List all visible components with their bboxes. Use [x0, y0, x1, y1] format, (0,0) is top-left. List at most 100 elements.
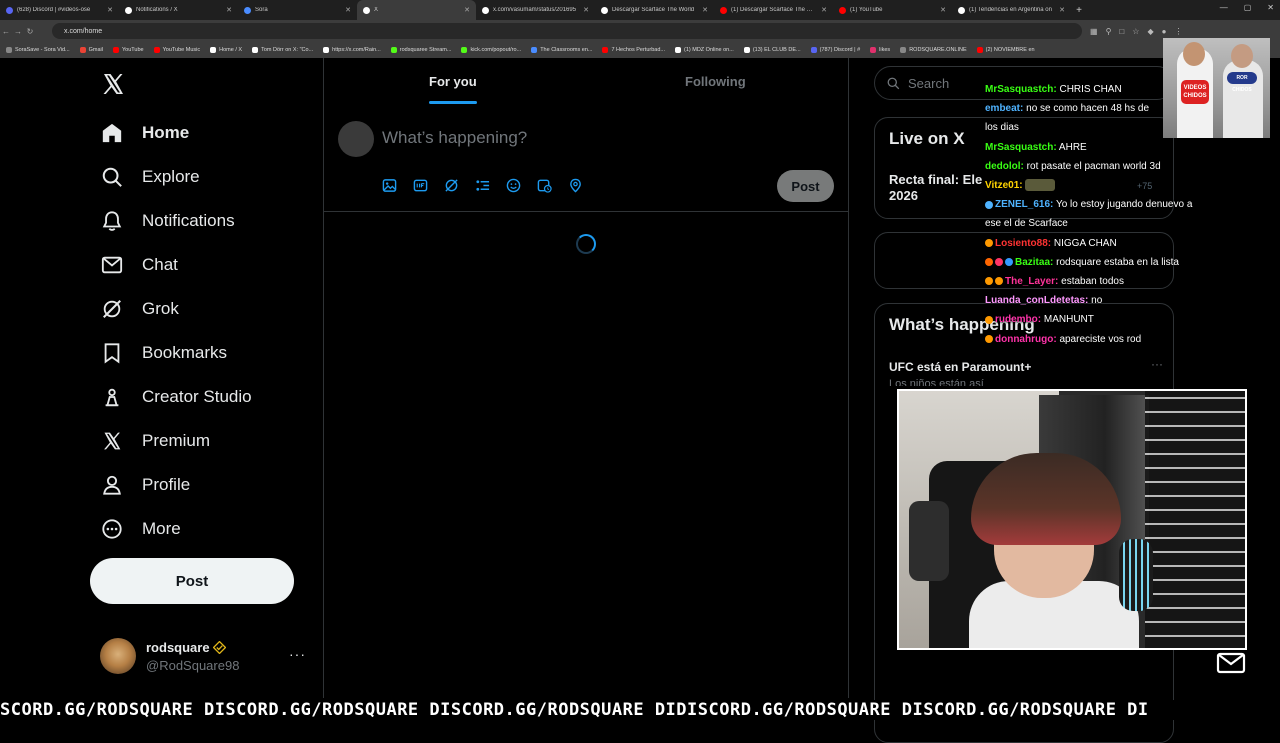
bookmark-label: (787) Discord | # — [819, 47, 861, 53]
star-icon[interactable]: ☆ — [1132, 27, 1139, 36]
zoom-icon[interactable]: ⚲ — [1106, 27, 1112, 36]
bookmark-item[interactable]: Gmail — [79, 47, 103, 53]
x-logo-icon[interactable] — [101, 72, 125, 96]
close-tab-icon[interactable]: ✕ — [345, 6, 351, 14]
more-icon[interactable]: ··· — [289, 646, 306, 662]
close-tab-icon[interactable]: ✕ — [821, 6, 827, 14]
compose-input[interactable]: What’s happening? — [382, 128, 527, 148]
browser-tab[interactable]: Notifications / X ✕ — [119, 0, 238, 20]
bookmark-label: SoraSave - Sora Vid... — [15, 47, 70, 53]
nav-item-chat[interactable]: Chat — [100, 250, 178, 280]
image-icon[interactable] — [382, 178, 397, 193]
bookmark-item[interactable]: YouTube Music — [153, 47, 200, 53]
close-tab-icon[interactable]: ✕ — [464, 6, 470, 14]
close-tab-icon[interactable]: ✕ — [1059, 6, 1065, 14]
person-head — [1231, 44, 1253, 68]
favicon-icon — [125, 6, 132, 14]
gif-icon[interactable] — [413, 178, 428, 193]
chat-username: Bazitaa: — [1015, 256, 1054, 268]
nav-item-more[interactable]: More — [100, 514, 181, 544]
bookmark-favicon-icon — [602, 47, 609, 53]
minimize-button[interactable]: — — [1220, 3, 1228, 12]
close-window-button[interactable]: ✕ — [1267, 3, 1274, 12]
close-tab-icon[interactable]: ✕ — [940, 6, 946, 14]
trend-item[interactable]: UFC está en Paramount+ — [889, 360, 1031, 374]
schedule-icon[interactable] — [537, 178, 552, 193]
bookmark-item[interactable]: likes — [870, 47, 890, 53]
browser-tab[interactable]: X ✕ — [357, 0, 476, 20]
home-icon — [100, 121, 124, 145]
nav-item-bookmarks[interactable]: Bookmarks — [100, 338, 227, 368]
bookmark-item[interactable]: rodsquaree Stream... — [390, 47, 451, 53]
bookmark-item[interactable]: https://x.com/Rain... — [323, 47, 381, 53]
promo-badge: ROR CHIDOS — [1227, 72, 1257, 93]
bookmark-item[interactable]: kick.com/popout/ro... — [461, 47, 521, 53]
nav-item-creator-studio[interactable]: Creator Studio — [100, 382, 252, 412]
nav-item-profile[interactable]: Profile — [100, 470, 190, 500]
bookmark-item[interactable]: Home / X — [210, 47, 242, 53]
bookmark-favicon-icon — [252, 47, 259, 53]
nav-item-grok[interactable]: Grok — [100, 294, 179, 324]
account-switcher[interactable]: rodsquare @RodSquare98 ··· — [100, 638, 310, 678]
nav-item-notifications[interactable]: Notifications — [100, 206, 235, 236]
menu-icon[interactable]: ⋮ — [1174, 27, 1182, 36]
translate-icon[interactable]: ▦ — [1090, 27, 1098, 36]
maximize-button[interactable]: ▢ — [1244, 3, 1252, 12]
chat-username: dedolol: — [985, 160, 1024, 172]
close-tab-icon[interactable]: ✕ — [702, 6, 708, 14]
emoji-icon[interactable] — [506, 178, 521, 193]
nav-item-premium[interactable]: Premium — [100, 426, 210, 456]
chat-text: CHRIS CHAN — [1059, 84, 1122, 95]
nav-item-home[interactable]: Home — [100, 118, 189, 148]
url-input[interactable]: x.com/home — [52, 23, 1082, 39]
bookmark-item[interactable]: SoraSave - Sora Vid... — [6, 47, 70, 53]
grok-icon[interactable] — [444, 178, 459, 193]
browser-tab[interactable]: Descargar Scarface The World ✕ — [595, 0, 714, 20]
bookmark-label: (1) MDZ Online on... — [683, 47, 734, 53]
post-button[interactable]: Post — [90, 558, 294, 604]
profile-icon[interactable]: ● — [1162, 27, 1167, 36]
bookmark-item[interactable]: (13) EL CLUB DE... — [743, 47, 801, 53]
bookmark-item[interactable]: Tom Dörr on X: "Co... — [252, 47, 313, 53]
creator-studio-icon — [100, 385, 124, 409]
reload-icon[interactable]: ↻ — [24, 27, 36, 36]
compose-post-button[interactable]: Post — [777, 170, 834, 202]
promo-image: VIDEOS CHIDOS ROR CHIDOS — [1163, 38, 1270, 138]
bookmark-label: (13) EL CLUB DE... — [752, 47, 801, 53]
chat-message: Vitze01: — [985, 176, 1225, 195]
bookmark-item[interactable]: 7 Hechos Perturbad... — [602, 47, 665, 53]
browser-tab[interactable]: (1) YouTube ✕ — [833, 0, 952, 20]
share-icon[interactable]: □ — [1119, 27, 1124, 36]
chat-message: Bazitaa: rodsquare estaba en la lista — [985, 253, 1225, 272]
new-tab-button[interactable]: + — [1071, 5, 1087, 16]
chat-badge-icon — [995, 258, 1003, 267]
tab-following[interactable]: Following — [685, 74, 746, 89]
bookmarks-bar: SoraSave - Sora Vid... Gmail YouTube YouTub… — [0, 42, 1280, 58]
browser-tab[interactable]: (628) Discord | #videos-ose ✕ — [0, 0, 119, 20]
browser-tab[interactable]: (1) Descargar Scarface The Wor ✕ — [714, 0, 833, 20]
poll-icon[interactable] — [475, 178, 490, 193]
more-icon[interactable]: ··· — [1151, 357, 1163, 371]
bookmark-item[interactable]: RODSQUARE.ONLINE — [900, 47, 967, 53]
chat-message: Luanda_conLdetetas: no — [985, 291, 1225, 310]
browser-tab[interactable]: x.com/vasumam/status/201695 ✕ — [476, 0, 595, 20]
live-event[interactable]: Recta final: Ele 2026 — [889, 172, 989, 204]
tab-for-you[interactable]: For you — [429, 74, 477, 89]
browser-tab[interactable]: Sora ✕ — [238, 0, 357, 20]
bookmark-item[interactable]: (787) Discord | # — [810, 47, 861, 53]
close-tab-icon[interactable]: ✕ — [226, 6, 232, 14]
bookmark-item[interactable]: YouTube — [113, 47, 144, 53]
bookmark-item[interactable]: The Classrooms en... — [531, 47, 592, 53]
close-tab-icon[interactable]: ✕ — [583, 6, 589, 14]
bookmark-item[interactable]: (2) NOVIEMBRE en — [976, 47, 1035, 53]
envelope-icon[interactable] — [1216, 650, 1246, 676]
nav-item-explore[interactable]: Explore — [100, 162, 200, 192]
compose-toolbar — [382, 178, 583, 193]
location-icon[interactable] — [568, 178, 583, 193]
bookmark-item[interactable]: (1) MDZ Online on... — [674, 47, 734, 53]
close-tab-icon[interactable]: ✕ — [107, 6, 113, 14]
extensions-icon[interactable]: ◆ — [1147, 27, 1153, 36]
forward-icon[interactable]: → — [12, 27, 24, 36]
browser-tab[interactable]: (1) Tendencias en Argentina on ✕ — [952, 0, 1071, 20]
back-icon[interactable]: ← — [0, 27, 12, 36]
